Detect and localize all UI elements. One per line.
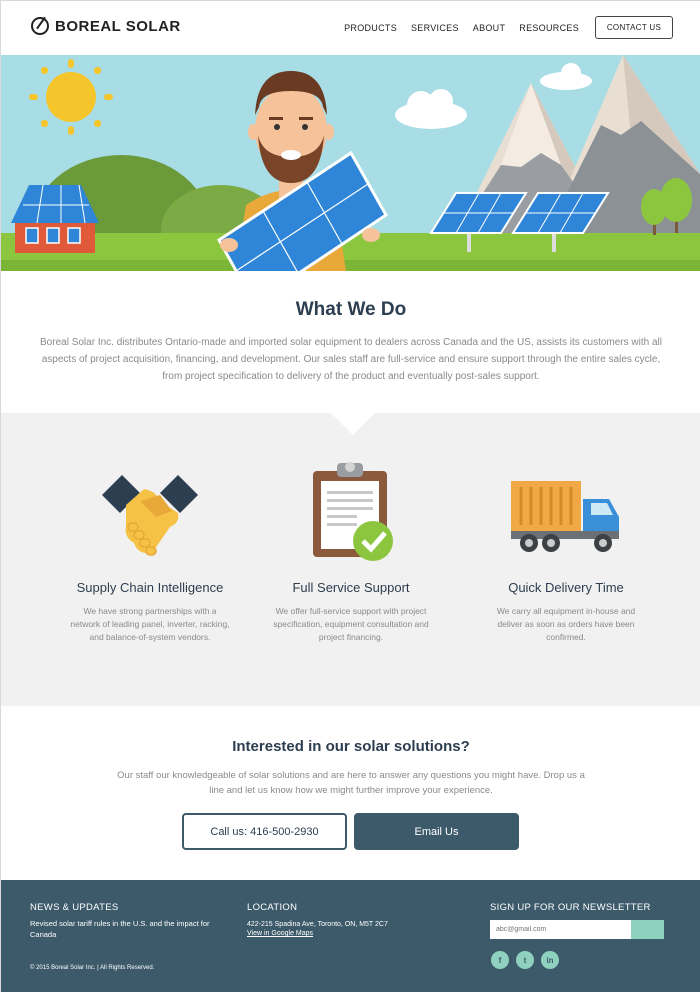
truck-icon [511, 461, 619, 561]
email-us-button[interactable]: Email Us [354, 813, 519, 850]
cta-title: Interested in our solar solutions? [232, 738, 470, 755]
nav-about[interactable]: ABOUT [473, 23, 506, 33]
feature-text: We carry all equipment in-house and deli… [496, 606, 636, 642]
section-title: What We Do [295, 299, 407, 320]
nav-products[interactable]: PRODUCTS [344, 23, 397, 33]
feature-title: Supply Chain Intelligence [76, 580, 224, 595]
brand-name: BOREAL SOLAR [55, 17, 181, 35]
newsletter-email-input[interactable] [490, 920, 631, 939]
section-notch [331, 413, 375, 435]
linkedin-icon[interactable]: in [541, 951, 559, 969]
newsletter-title: SIGN UP FOR OUR NEWSLETTER [490, 902, 651, 913]
site-footer: NEWS & UPDATES Revised solar tariff rule… [1, 880, 700, 992]
cloud-icon [395, 63, 592, 129]
logo-icon [31, 17, 49, 35]
feature-title: Full Service Support [292, 580, 410, 595]
contact-cta-section: Interested in our solar solutions? Our s… [1, 706, 700, 880]
cta-text: Our staff our knowledgeable of solar sol… [117, 770, 585, 796]
location-title: LOCATION [247, 902, 298, 913]
site-header: BOREAL SOLAR PRODUCTS SERVICES ABOUT RES… [1, 1, 700, 55]
facebook-icon[interactable]: f [491, 951, 509, 969]
main-nav: PRODUCTS SERVICES ABOUT RESOURCES [344, 23, 579, 33]
house-icon [11, 184, 99, 253]
google-maps-link[interactable]: View in Google Maps [247, 930, 313, 937]
news-link[interactable]: Revised solar tariff rules in the U.S. a… [30, 918, 210, 940]
copyright: © 2015 Boreal Solar Inc. | All Rights Re… [30, 965, 155, 971]
section-description: Boreal Solar Inc. distributes Ontario-ma… [40, 337, 662, 382]
feature-text: We have strong partnerships with a netwo… [70, 606, 230, 642]
call-us-button[interactable]: Call us: 416-500-2930 [182, 813, 347, 850]
address-text: 422-215 Spadina Ave, Toronto, ON, M5T 2C… [247, 921, 388, 928]
news-title: NEWS & UPDATES [30, 902, 119, 913]
clipboard-check-icon [301, 461, 401, 561]
twitter-icon[interactable]: t [516, 951, 534, 969]
nav-services[interactable]: SERVICES [411, 23, 459, 33]
contact-us-button[interactable]: CONTACT US [595, 16, 673, 39]
newsletter-submit-button[interactable] [631, 920, 664, 939]
what-we-do-section: What We Do Boreal Solar Inc. distributes… [1, 271, 700, 413]
handshake-icon [100, 461, 200, 561]
logo[interactable]: BOREAL SOLAR [31, 17, 181, 35]
features-section: Supply Chain Intelligence We have strong… [1, 413, 700, 706]
sun-icon [29, 59, 113, 135]
feature-text: We offer full-service support with proje… [273, 606, 429, 642]
feature-title: Quick Delivery Time [508, 580, 624, 595]
nav-resources[interactable]: RESOURCES [519, 23, 579, 33]
hero-illustration [1, 55, 700, 271]
